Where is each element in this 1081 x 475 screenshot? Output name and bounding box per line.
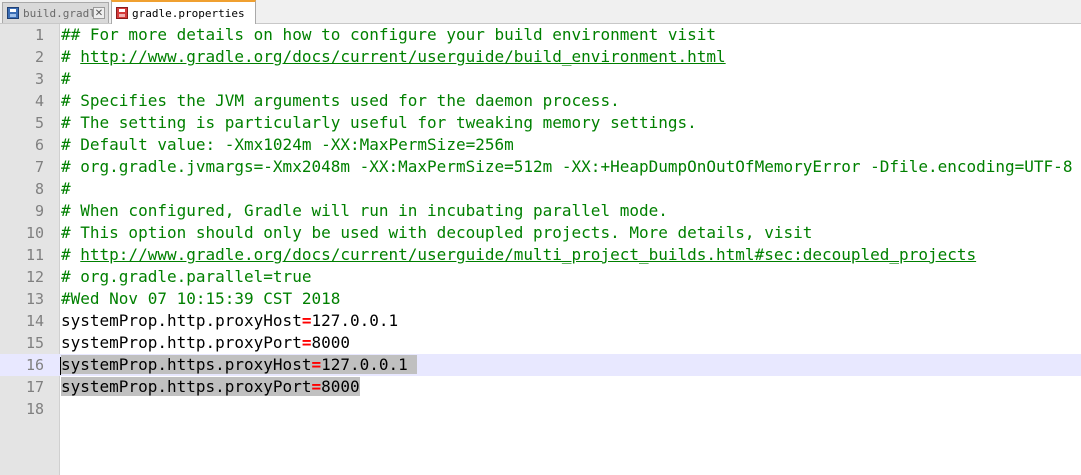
line-text: # org.gradle.parallel=true [61, 266, 311, 288]
line-text: # http://www.gradle.org/docs/current/use… [61, 244, 976, 266]
editor-line: 5 # The setting is particularly useful fo… [0, 112, 1081, 134]
line-number: 11 [25, 246, 44, 264]
property-value: 8000 [311, 333, 350, 352]
editor-line: 9 # When configured, Gradle will run in i… [0, 200, 1081, 222]
line-text: # The setting is particularly useful for… [61, 112, 697, 134]
url-link[interactable]: http://www.gradle.org/docs/current/userg… [80, 245, 976, 264]
tab-label: build.gradle [23, 6, 93, 20]
selected-text: systemProp.https.proxyPort=8000 [61, 377, 360, 396]
comment-text: # org.gradle.parallel=true [61, 267, 312, 286]
editor-line: 13 #Wed Nov 07 10:15:39 CST 2018 [0, 288, 1081, 310]
notepad-plus-plus-window: build.gradle ✕ gradle.properties 1 ## For… [0, 0, 1081, 475]
editor-line: 6 # Default value: -Xmx1024m -XX:MaxPermS… [0, 134, 1081, 156]
line-text: # Specifies the JVM arguments used for t… [61, 90, 620, 112]
line-number: 16 [25, 356, 44, 374]
tab-bar: build.gradle ✕ gradle.properties [0, 0, 1081, 24]
line-number: 2 [34, 48, 44, 66]
comment-prefix: # [61, 47, 81, 66]
line-text: # This option should only be used with d… [61, 222, 812, 244]
line-text: #Wed Nov 07 10:15:39 CST 2018 [61, 288, 340, 310]
line-number: 15 [25, 334, 44, 352]
editor-line: 2 # http://www.gradle.org/docs/current/us… [0, 46, 1081, 68]
code-area[interactable]: 1 ## For more details on how to configure… [0, 24, 1081, 475]
editor-line: 1 ## For more details on how to configure… [0, 24, 1081, 46]
line-text: # http://www.gradle.org/docs/current/use… [61, 46, 726, 68]
comment-text: # This option should only be used with d… [61, 223, 813, 242]
line-number: 8 [34, 180, 44, 198]
editor-line: 4 # Specifies the JVM arguments used for … [0, 90, 1081, 112]
selected-text: systemProp.https.proxyHost=127.0.0.1 [60, 355, 418, 375]
comment-text: # Default value: -Xmx1024m -XX:MaxPermSi… [61, 135, 514, 154]
line-number: 9 [34, 202, 44, 220]
unsaved-file-icon [116, 7, 128, 19]
line-text: # [61, 178, 71, 200]
comment-text: # [61, 69, 71, 88]
line-number: 18 [25, 400, 44, 418]
comment-text: # [61, 179, 71, 198]
editor-line: 7 # org.gradle.jvmargs=-Xmx2048m -XX:MaxP… [0, 156, 1081, 178]
saved-file-icon [7, 7, 19, 19]
property-value: 127.0.0.1 [321, 355, 418, 374]
comment-prefix: # [61, 245, 81, 264]
line-number: 6 [34, 136, 44, 154]
line-text: systemProp.http.proxyPort=8000 [61, 332, 350, 354]
line-text: # org.gradle.jvmargs=-Xmx2048m -XX:MaxPe… [61, 156, 1072, 178]
line-text: # [61, 68, 71, 90]
line-text: ## For more details on how to configure … [61, 24, 716, 46]
line-text: # When configured, Gradle will run in in… [61, 200, 668, 222]
editor-line: 11 # http://www.gradle.org/docs/current/u… [0, 244, 1081, 266]
property-value: 127.0.0.1 [311, 311, 399, 330]
property-text: systemProp.http.proxyHost=127.0.0.1 [61, 311, 398, 330]
line-text: # Default value: -Xmx1024m -XX:MaxPermSi… [61, 134, 514, 156]
line-number: 12 [25, 268, 44, 286]
tab-gradle-properties[interactable]: gradle.properties [111, 0, 256, 24]
property-key: systemProp.https.proxyHost [61, 355, 312, 374]
line-text: systemProp.https.proxyPort=8000 [61, 376, 360, 398]
comment-text: # org.gradle.jvmargs=-Xmx2048m -XX:MaxPe… [61, 157, 1073, 176]
comment-text: # When configured, Gradle will run in in… [61, 201, 668, 220]
property-key: systemProp.http.proxyHost [61, 311, 302, 330]
line-number: 5 [34, 114, 44, 132]
editor-line: 17 systemProp.https.proxyPort=8000 [0, 376, 1081, 398]
line-number: 3 [34, 70, 44, 88]
close-icon[interactable]: ✕ [93, 7, 105, 19]
editor-line: 16 systemProp.https.proxyHost=127.0.0.1 [0, 354, 1081, 376]
comment-text: #Wed Nov 07 10:15:39 CST 2018 [61, 289, 341, 308]
line-number: 10 [25, 224, 44, 242]
equals-sign: = [311, 355, 322, 374]
line-number: 17 [25, 378, 44, 396]
property-key: systemProp.http.proxyPort [61, 333, 302, 352]
line-number: 1 [34, 26, 44, 44]
editor-line: 8 # [0, 178, 1081, 200]
property-value: 8000 [321, 377, 360, 396]
property-key: systemProp.https.proxyPort [61, 377, 312, 396]
line-text: systemProp.http.proxyHost=127.0.0.1 [61, 310, 398, 332]
property-text: systemProp.http.proxyPort=8000 [61, 333, 350, 352]
comment-text: # The setting is particularly useful for… [61, 113, 697, 132]
line-text: systemProp.https.proxyHost=127.0.0.1 [60, 354, 418, 376]
editor-line: 14 systemProp.http.proxyHost=127.0.0.1 [0, 310, 1081, 332]
equals-sign: = [311, 377, 322, 396]
line-number: 4 [34, 92, 44, 110]
line-number: 13 [25, 290, 44, 308]
text-editor[interactable]: 1 ## For more details on how to configure… [0, 24, 1081, 475]
tab-label: gradle.properties [132, 6, 245, 20]
comment-text: # Specifies the JVM arguments used for t… [61, 91, 620, 110]
tab-build-gradle[interactable]: build.gradle ✕ [2, 2, 109, 23]
line-number: 14 [25, 312, 44, 330]
comment-text: ## For more details on how to configure … [61, 25, 717, 44]
url-link[interactable]: http://www.gradle.org/docs/current/userg… [80, 47, 725, 66]
editor-line: 12 # org.gradle.parallel=true [0, 266, 1081, 288]
editor-line: 10 # This option should only be used with… [0, 222, 1081, 244]
line-number: 7 [34, 158, 44, 176]
editor-line: 18 [0, 398, 1081, 420]
editor-line: 3 # [0, 68, 1081, 90]
editor-line: 15 systemProp.http.proxyPort=8000 [0, 332, 1081, 354]
